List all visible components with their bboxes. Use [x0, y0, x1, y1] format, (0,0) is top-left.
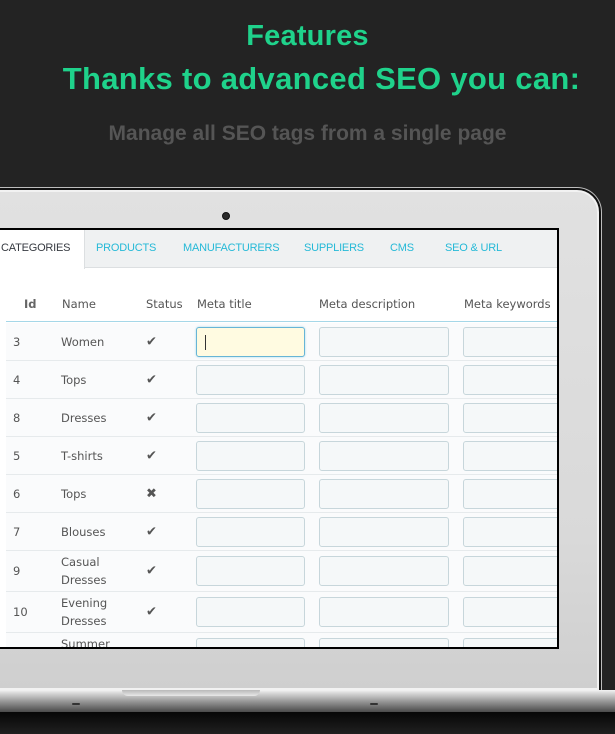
meta-title-input[interactable] [196, 597, 305, 627]
column-header-status[interactable]: Status [146, 297, 183, 311]
meta-keywords-input[interactable] [463, 365, 557, 395]
status-check-icon[interactable]: ✔ [146, 372, 157, 387]
text-caret [205, 335, 206, 350]
meta-keywords-input[interactable] [463, 441, 557, 471]
laptop-foot [72, 703, 80, 705]
row-name: T-shirts [61, 448, 103, 463]
table-row: 11 Summer Dresses ✔ [6, 633, 557, 649]
tab-seo-url[interactable]: SEO & URL [445, 230, 502, 268]
status-check-icon[interactable]: ✔ [146, 605, 157, 620]
column-header-id[interactable]: Id [24, 297, 37, 311]
laptop-base [0, 690, 615, 712]
table-body: 3 Women ✔ 4 Tops ✔ 8 Dresses ✔ 5 T-shirts ✔ 6 Tops ✖ 7 B… [6, 323, 557, 649]
meta-keywords-input[interactable] [463, 479, 557, 509]
meta-title-input[interactable] [196, 365, 305, 395]
tab-products[interactable]: PRODUCTS [96, 230, 156, 268]
camera-icon [222, 212, 230, 220]
laptop-shadow [0, 712, 615, 734]
meta-keywords-input[interactable] [463, 597, 557, 627]
row-name: Dresses [61, 410, 107, 425]
meta-title-input[interactable] [196, 638, 305, 647]
status-check-icon[interactable]: ✔ [146, 646, 157, 648]
row-name: Summer Dresses [61, 637, 110, 649]
row-id: 3 [13, 334, 21, 349]
status-check-icon[interactable]: ✔ [146, 334, 157, 349]
table-row: 9 Casual Dresses ✔ [6, 551, 557, 592]
table-row: 10 Evening Dresses ✔ [6, 592, 557, 633]
status-check-icon[interactable]: ✔ [146, 448, 157, 463]
meta-title-input[interactable] [196, 479, 305, 509]
meta-description-input[interactable] [319, 597, 449, 627]
table-row: 4 Tops ✔ [6, 361, 557, 399]
tab-suppliers[interactable]: SUPPLIERS [304, 230, 364, 268]
row-id: 6 [13, 486, 21, 501]
hero-section: Features Thanks to advanced SEO you can:… [0, 0, 615, 180]
row-name: Evening Dresses [61, 596, 108, 628]
row-id: 8 [13, 410, 21, 425]
hero-tagline: Manage all SEO tags from a single page [108, 122, 507, 145]
status-check-icon[interactable]: ✔ [146, 410, 157, 425]
meta-title-input[interactable] [196, 327, 305, 357]
row-name: Blouses [61, 524, 106, 539]
column-header-name[interactable]: Name [62, 297, 96, 311]
meta-description-input[interactable] [319, 327, 449, 357]
meta-keywords-input[interactable] [463, 556, 557, 586]
table-row: 8 Dresses ✔ [6, 399, 557, 437]
meta-title-input[interactable] [196, 403, 305, 433]
row-name: Women [61, 334, 105, 349]
meta-description-input[interactable] [319, 365, 449, 395]
hero-subtitle: Thanks to advanced SEO you can: [62, 61, 581, 96]
row-id: 11 [13, 646, 28, 647]
column-header-meta-title[interactable]: Meta title [197, 297, 252, 311]
row-name: Casual Dresses [61, 555, 107, 587]
status-check-icon[interactable]: ✔ [146, 564, 157, 579]
table-row: 7 Blouses ✔ [6, 513, 557, 551]
row-id: 10 [13, 605, 28, 619]
tab-manufacturers[interactable]: MANUFACTURERS [183, 230, 280, 268]
tab-bar: CATEGORIES PRODUCTS MANUFACTURERS SUPPLI… [0, 230, 557, 269]
column-header-meta-description[interactable]: Meta description [319, 297, 415, 311]
row-name: Tops [61, 372, 87, 387]
table-row: 6 Tops ✖ [6, 475, 557, 513]
row-id: 9 [13, 564, 21, 578]
meta-description-input[interactable] [319, 441, 449, 471]
meta-title-input[interactable] [196, 441, 305, 471]
meta-title-input[interactable] [196, 517, 305, 547]
meta-description-input[interactable] [319, 517, 449, 547]
meta-keywords-input[interactable] [463, 327, 557, 357]
status-cross-icon[interactable]: ✖ [146, 486, 157, 501]
table-header: Id Name Status Meta title Meta descripti… [6, 290, 557, 322]
meta-keywords-input[interactable] [463, 638, 557, 647]
row-id: 4 [13, 372, 21, 387]
row-id: 5 [13, 448, 21, 463]
row-id: 7 [13, 524, 21, 539]
meta-description-input[interactable] [319, 638, 449, 647]
row-name: Tops [61, 486, 87, 501]
meta-keywords-input[interactable] [463, 403, 557, 433]
hero-title: Features [246, 20, 369, 52]
laptop-screen: CATEGORIES PRODUCTS MANUFACTURERS SUPPLI… [0, 228, 559, 649]
column-header-meta-keywords[interactable]: Meta keywords [464, 297, 551, 311]
status-check-icon[interactable]: ✔ [146, 524, 157, 539]
table-row: 3 Women ✔ [6, 323, 557, 361]
laptop-foot [370, 703, 378, 705]
laptop-notch [122, 690, 260, 696]
meta-title-input[interactable] [196, 556, 305, 586]
meta-description-input[interactable] [319, 403, 449, 433]
table-row: 5 T-shirts ✔ [6, 437, 557, 475]
tab-categories[interactable]: CATEGORIES [0, 230, 86, 269]
meta-description-input[interactable] [319, 479, 449, 509]
meta-keywords-input[interactable] [463, 517, 557, 547]
tab-cms[interactable]: CMS [390, 230, 414, 268]
meta-description-input[interactable] [319, 556, 449, 586]
